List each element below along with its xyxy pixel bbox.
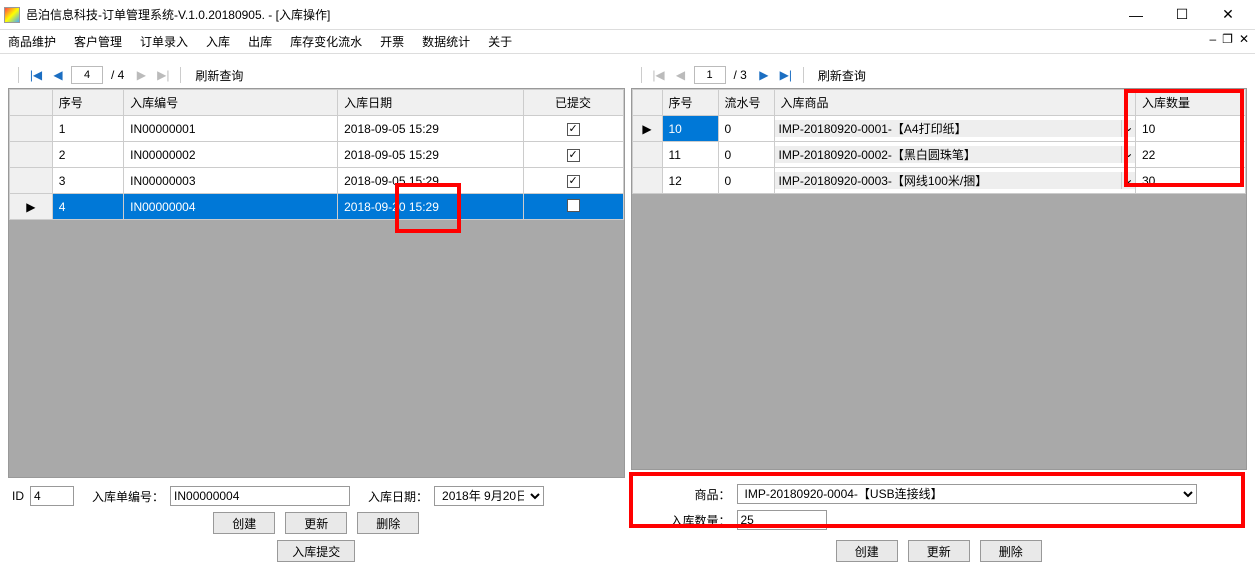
qty-label: 入库数量： (665, 512, 731, 529)
nav-total: / 4 (107, 68, 128, 82)
nav-prev-icon[interactable]: ◀ (672, 66, 690, 84)
nav-total: / 3 (730, 68, 751, 82)
mdi-restore-icon[interactable]: ❐ (1222, 32, 1233, 46)
table-row[interactable]: 110IMP-20180920-0002-【黑白圆珠笔】⌄22 (632, 142, 1246, 168)
menu-invoice[interactable]: 开票 (380, 33, 404, 50)
menu-product[interactable]: 商品维护 (8, 33, 56, 50)
nav-last-icon[interactable]: ▶| (154, 66, 172, 84)
dropdown-icon[interactable]: ⌄ (1121, 146, 1135, 163)
menu-outbound[interactable]: 出库 (248, 33, 272, 50)
left-pane: |◀ ◀ / 4 ▶ ▶| 刷新查询 序号 入库编号 入库日期 已提交 1IN0… (8, 62, 625, 566)
left-grid[interactable]: 序号 入库编号 入库日期 已提交 1IN000000012018-09-05 1… (9, 89, 624, 220)
close-button[interactable]: ✕ (1205, 1, 1251, 29)
checkbox-icon[interactable]: ✓ (567, 149, 580, 162)
table-row[interactable]: 3IN000000032018-09-05 15:29✓ (10, 168, 624, 194)
submit-button[interactable]: 入库提交 (277, 540, 355, 562)
create-button[interactable]: 创建 (213, 512, 275, 534)
menu-about[interactable]: 关于 (488, 33, 512, 50)
date-label: 入库日期： (368, 488, 428, 505)
col-code[interactable]: 入库编号 (124, 90, 338, 116)
code-label: 入库单编号： (92, 488, 164, 505)
maximize-button[interactable]: ☐ (1159, 1, 1205, 29)
table-row[interactable]: ▶4IN000000042018-09-20 15:29 (10, 194, 624, 220)
delete-button[interactable]: 删除 (357, 512, 419, 534)
menu-inbound[interactable]: 入库 (206, 33, 230, 50)
right-pane: |◀ ◀ / 3 ▶ ▶| 刷新查询 序号 流水号 入库商品 入库数量 ▶100… (631, 62, 1248, 566)
table-row[interactable]: 120IMP-20180920-0003-【网线100米/捆】⌄30 (632, 168, 1246, 194)
col-qty[interactable]: 入库数量 (1136, 90, 1246, 116)
dropdown-icon[interactable]: ⌄ (1121, 172, 1135, 189)
nav-first-icon[interactable]: |◀ (650, 66, 668, 84)
app-icon (4, 7, 20, 23)
menu-customer[interactable]: 客户管理 (74, 33, 122, 50)
table-row[interactable]: ▶100IMP-20180920-0001-【A4打印纸】⌄10 (632, 116, 1246, 142)
table-row[interactable]: 2IN000000022018-09-05 15:29✓ (10, 142, 624, 168)
table-row[interactable]: 1IN000000012018-09-05 15:29✓ (10, 116, 624, 142)
id-label: ID (12, 489, 24, 503)
col-no[interactable]: 序号 (662, 90, 718, 116)
menu-order[interactable]: 订单录入 (140, 33, 188, 50)
refresh-button[interactable]: 刷新查询 (812, 67, 872, 84)
update-button[interactable]: 更新 (908, 540, 970, 562)
checkbox-icon[interactable]: ✓ (567, 175, 580, 188)
nav-first-icon[interactable]: |◀ (27, 66, 45, 84)
col-submitted[interactable]: 已提交 (523, 90, 623, 116)
id-input[interactable] (30, 486, 74, 506)
refresh-button[interactable]: 刷新查询 (189, 67, 249, 84)
product-select[interactable]: IMP-20180920-0004-【USB连接线】 (737, 484, 1197, 504)
code-input[interactable] (170, 486, 350, 506)
nav-next-icon[interactable]: ▶ (132, 66, 150, 84)
col-no[interactable]: 序号 (52, 90, 123, 116)
dropdown-icon[interactable]: ⌄ (1121, 120, 1135, 137)
nav-next-icon[interactable]: ▶ (755, 66, 773, 84)
col-seq[interactable]: 流水号 (718, 90, 774, 116)
menu-stockflow[interactable]: 库存变化流水 (290, 33, 362, 50)
menu-stats[interactable]: 数据统计 (422, 33, 470, 50)
minimize-button[interactable]: — (1113, 1, 1159, 29)
product-label: 商品： (665, 486, 731, 503)
date-picker[interactable]: 2018年 9月20日 (434, 486, 544, 506)
nav-position-input[interactable] (694, 66, 726, 84)
col-date[interactable]: 入库日期 (338, 90, 523, 116)
delete-button[interactable]: 删除 (980, 540, 1042, 562)
checkbox-icon[interactable]: ✓ (567, 123, 580, 136)
menubar: 商品维护 客户管理 订单录入 入库 出库 库存变化流水 开票 数据统计 关于 –… (0, 30, 1255, 54)
nav-position-input[interactable] (71, 66, 103, 84)
window-title: 邑泊信息科技-订单管理系统-V.1.0.20180905. - [入库操作] (26, 6, 1113, 23)
mdi-close-icon[interactable]: ✕ (1239, 32, 1249, 46)
nav-last-icon[interactable]: ▶| (777, 66, 795, 84)
titlebar: 邑泊信息科技-订单管理系统-V.1.0.20180905. - [入库操作] —… (0, 0, 1255, 30)
right-grid[interactable]: 序号 流水号 入库商品 入库数量 ▶100IMP-20180920-0001-【… (632, 89, 1247, 194)
col-product[interactable]: 入库商品 (774, 90, 1136, 116)
update-button[interactable]: 更新 (285, 512, 347, 534)
mdi-minimize-icon[interactable]: – (1209, 32, 1216, 46)
qty-input[interactable] (737, 510, 827, 530)
create-button[interactable]: 创建 (836, 540, 898, 562)
nav-prev-icon[interactable]: ◀ (49, 66, 67, 84)
checkbox-icon[interactable] (567, 199, 580, 212)
